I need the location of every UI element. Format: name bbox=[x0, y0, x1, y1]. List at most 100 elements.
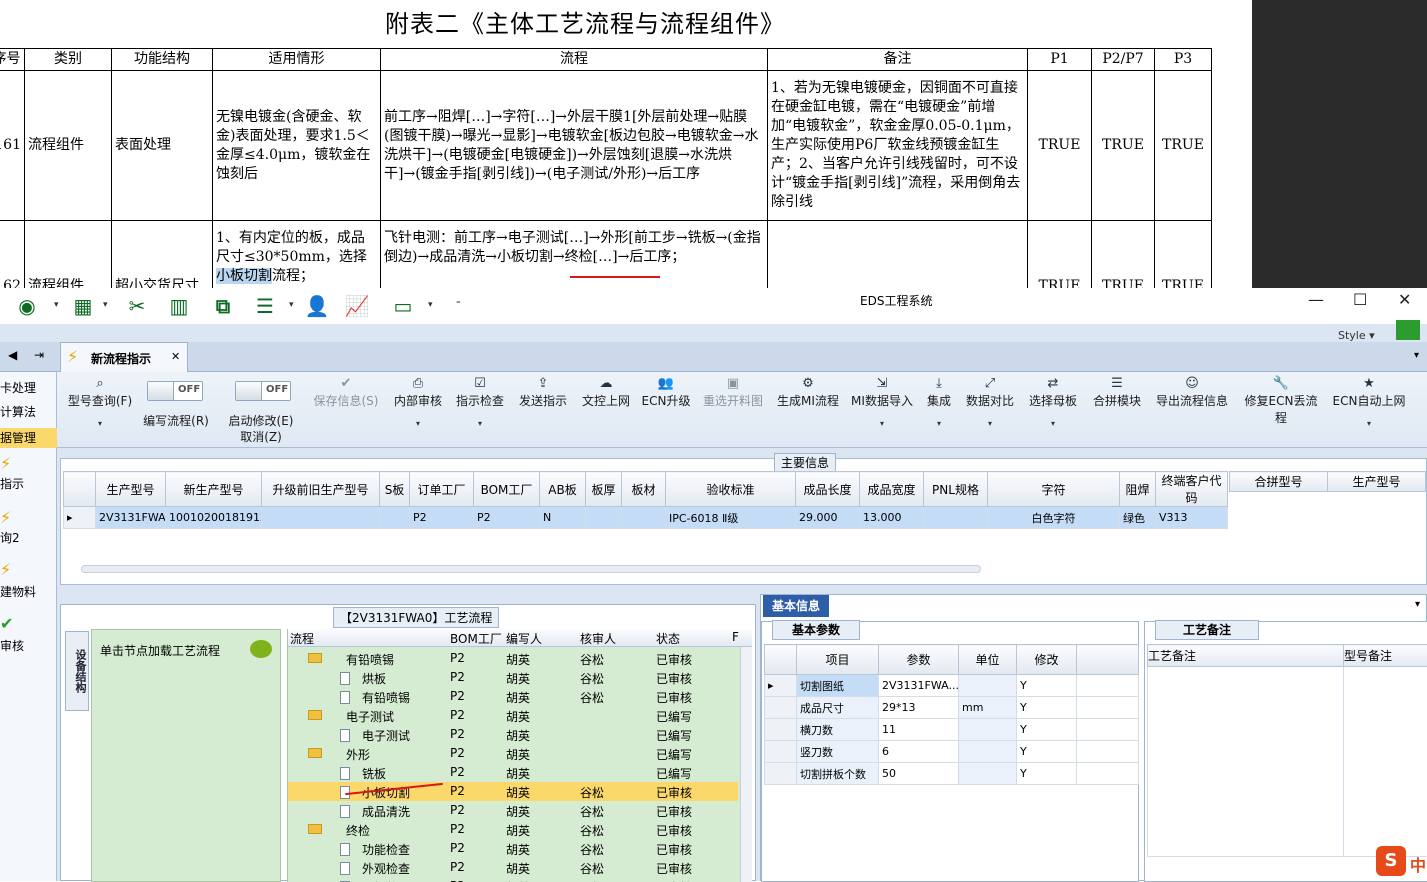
office-icon[interactable] bbox=[1396, 320, 1420, 340]
column-header[interactable]: 型号备注 bbox=[1344, 645, 1427, 667]
param-unit[interactable] bbox=[959, 741, 1017, 763]
scissors-icon[interactable]: ✂ bbox=[124, 294, 150, 318]
column-header[interactable]: 验收标准 bbox=[666, 472, 796, 507]
note-cell[interactable] bbox=[1148, 667, 1344, 857]
data-compare-button[interactable]: ⤢数据对比▾ bbox=[963, 376, 1017, 428]
app-logo-icon[interactable]: ◉ bbox=[14, 294, 40, 318]
cell[interactable]: P2 bbox=[410, 507, 474, 529]
param-modify[interactable]: Y bbox=[1017, 763, 1077, 785]
column-header[interactable]: F bbox=[732, 630, 739, 644]
check-instruction-button[interactable]: ☑指示检查▾ bbox=[453, 376, 507, 428]
tab-close-icon[interactable]: ✕ bbox=[171, 350, 180, 363]
cell[interactable]: 29.000 bbox=[796, 507, 860, 529]
repair-ecn-button[interactable]: 🔧修复ECN丢流程 bbox=[1239, 376, 1323, 426]
list-icon[interactable]: ☰ bbox=[252, 294, 278, 318]
nav-item[interactable]: 计算法 bbox=[0, 402, 57, 422]
column-header[interactable]: 核审人 bbox=[580, 630, 616, 647]
tab-new-flow[interactable]: ⚡ 新流程指示 ✕ bbox=[60, 342, 188, 372]
param-modify[interactable]: Y bbox=[1017, 697, 1077, 719]
nav-item[interactable]: 审核 bbox=[0, 636, 57, 656]
tab-basic-info[interactable]: 基本信息 bbox=[763, 595, 829, 617]
column-header[interactable]: 状态 bbox=[656, 630, 680, 647]
column-header[interactable]: BOM工厂 bbox=[474, 472, 540, 507]
model-query-button[interactable]: ⌕型号查询(F)▾ bbox=[65, 376, 135, 428]
cancel-button[interactable]: 取消(Z) bbox=[223, 428, 299, 445]
cell[interactable] bbox=[924, 507, 988, 529]
column-header[interactable]: 项目 bbox=[797, 645, 879, 675]
column-header[interactable]: S板 bbox=[380, 472, 410, 507]
tree-row[interactable]: 成品清洗P2胡英谷松已审核 bbox=[288, 801, 738, 820]
tree-row[interactable]: 电子测试P2胡英已编写 bbox=[288, 725, 738, 744]
param-modify[interactable]: Y bbox=[1017, 675, 1077, 697]
cell[interactable] bbox=[262, 507, 380, 529]
param-item[interactable]: 横刀数 bbox=[797, 719, 879, 741]
param-unit[interactable] bbox=[959, 675, 1017, 697]
cell[interactable]: IPC-6018 Ⅱ级 bbox=[666, 507, 796, 529]
doc-control-online-button[interactable]: ☁文控上网 bbox=[579, 376, 633, 409]
tree-row[interactable]: − 有铅喷锡P2胡英谷松已审核 bbox=[288, 649, 738, 668]
customize-icon[interactable]: ⁼ bbox=[456, 300, 461, 310]
tree-row[interactable]: 铣板P2胡英已编写 bbox=[288, 763, 738, 782]
table-row[interactable]: 横刀数11 Y bbox=[765, 719, 1139, 741]
user-icon[interactable]: 👤 bbox=[304, 294, 330, 318]
cell[interactable] bbox=[622, 507, 666, 529]
tree-row[interactable]: − 电子测试P2胡英已编写 bbox=[288, 706, 738, 725]
param-unit[interactable] bbox=[959, 763, 1017, 785]
column-header[interactable]: 参数 bbox=[879, 645, 959, 675]
minimize-button[interactable]: — bbox=[1308, 290, 1324, 309]
mi-import-button[interactable]: ⇲MI数据导入▾ bbox=[849, 376, 915, 428]
vertical-tab-equipment[interactable]: 设备结构 bbox=[65, 631, 89, 711]
copy-icon[interactable]: ⧉ bbox=[210, 294, 236, 318]
ecn-auto-online-button[interactable]: ★ECN自动上网▾ bbox=[1331, 376, 1407, 428]
column-header[interactable]: 升级前旧生产型号 bbox=[262, 472, 380, 507]
nav-item[interactable]: 询2 bbox=[0, 528, 57, 548]
maximize-button[interactable]: ☐ bbox=[1353, 290, 1367, 309]
column-header[interactable]: 订单工厂 bbox=[410, 472, 474, 507]
tree-row[interactable]: 功能检查P2胡英谷松已审核 bbox=[288, 839, 738, 858]
chat-bubble-icon[interactable] bbox=[250, 640, 272, 658]
table-row[interactable]: ▸ 2V3131FWA0 10010200181912 P2 P2 N IPC-… bbox=[64, 507, 1228, 529]
column-header[interactable]: 单位 bbox=[959, 645, 1017, 675]
cell[interactable]: 10010200181912 bbox=[166, 507, 262, 529]
table-row[interactable]: 成品尺寸29*13mmY bbox=[765, 697, 1139, 719]
param-item[interactable]: 切割拼板个数 bbox=[797, 763, 879, 785]
column-header[interactable]: 生产型号 bbox=[1328, 472, 1426, 492]
column-header[interactable]: 工艺备注 bbox=[1148, 645, 1344, 667]
column-header[interactable]: 流程 bbox=[290, 630, 314, 647]
chevron-down-icon[interactable]: ▾ bbox=[103, 300, 108, 310]
start-modify-toggle[interactable]: OFF bbox=[235, 381, 291, 401]
ime-icon[interactable]: S bbox=[1376, 846, 1406, 876]
param-value[interactable]: 11 bbox=[879, 719, 959, 741]
select-motherboard-button[interactable]: ⇄选择母板▾ bbox=[1025, 376, 1081, 428]
param-value[interactable]: 29*13 bbox=[879, 697, 959, 719]
chevron-down-icon[interactable]: ▾ bbox=[289, 300, 294, 310]
tree-row[interactable]: 外观检查P2胡英谷松已审核 bbox=[288, 858, 738, 877]
chevron-down-icon[interactable]: ▾ bbox=[1414, 350, 1419, 361]
cell[interactable]: 白色字符 bbox=[988, 507, 1120, 529]
column-header[interactable]: 修改 bbox=[1017, 645, 1077, 675]
tab-basic-param[interactable]: 基本参数 bbox=[772, 620, 860, 640]
column-header[interactable]: 生产型号 bbox=[96, 472, 166, 507]
tree-row[interactable]: 烘板P2胡英谷松已审核 bbox=[288, 668, 738, 687]
column-header[interactable]: 阻焊 bbox=[1120, 472, 1156, 507]
cell[interactable]: P2 bbox=[474, 507, 540, 529]
param-unit[interactable]: mm bbox=[959, 697, 1017, 719]
param-modify[interactable]: Y bbox=[1017, 719, 1077, 741]
cell[interactable]: 13.000 bbox=[860, 507, 924, 529]
nav-item-selected[interactable]: 据管理 bbox=[0, 428, 57, 448]
nav-item[interactable]: 建物料 bbox=[0, 582, 57, 602]
film-icon[interactable]: ▥ bbox=[166, 294, 192, 318]
column-header[interactable]: 编写人 bbox=[506, 630, 542, 647]
cell[interactable]: V313 bbox=[1156, 507, 1228, 529]
param-modify[interactable]: Y bbox=[1017, 741, 1077, 763]
style-menu[interactable]: Style ▾ bbox=[1338, 329, 1375, 342]
cell[interactable] bbox=[380, 507, 410, 529]
reselect-cutting-button[interactable]: ▣重选开料图 bbox=[699, 376, 767, 409]
column-header[interactable]: 新生产型号 bbox=[166, 472, 262, 507]
ecn-upgrade-button[interactable]: 👥ECN升级 bbox=[641, 376, 691, 409]
param-item[interactable]: 切割图纸 bbox=[797, 675, 879, 697]
param-value[interactable]: 2V3131FWA... bbox=[879, 675, 959, 697]
cell[interactable]: 绿色 bbox=[1120, 507, 1156, 529]
internal-review-button[interactable]: ⎙内部审核▾ bbox=[391, 376, 445, 428]
column-header[interactable]: AB板 bbox=[540, 472, 586, 507]
